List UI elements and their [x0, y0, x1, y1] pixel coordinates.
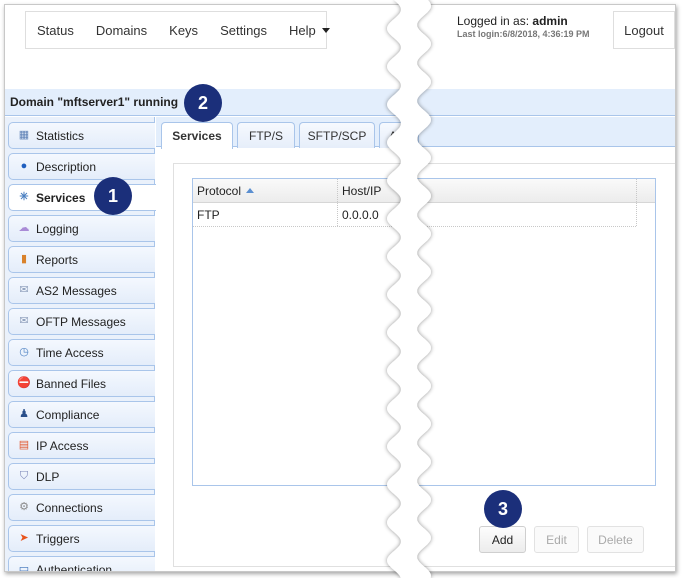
firewall-icon: ▤ — [18, 439, 30, 451]
sidebar-item-label: Statistics — [36, 128, 85, 143]
last-login: Last login:6/8/2018, 4:36:19 PM — [457, 29, 590, 39]
logout-button[interactable]: Logout — [613, 11, 675, 49]
sidebar-item-label: Authentication — [36, 562, 113, 572]
sidebar-item-label: Time Access — [36, 345, 104, 360]
sidebar-item-label: AS2 Messages — [36, 283, 117, 298]
messages-icon: ✉ — [19, 315, 29, 327]
sidebar-item-label: IP Access — [36, 438, 89, 453]
sidebar-item-label: Banned Files — [36, 376, 107, 391]
callout-badge-1: 1 — [94, 177, 132, 215]
sidebar-item-triggers[interactable]: ➤ Triggers — [8, 525, 155, 552]
user-icon: ● — [20, 160, 28, 172]
nav-settings[interactable]: Settings — [220, 23, 267, 38]
sidebar-item-reports[interactable]: ▮ Reports — [8, 246, 155, 273]
sidebar-item-time-access[interactable]: ◷ Time Access — [8, 339, 155, 366]
column-host-ip[interactable]: Host/IP — [338, 179, 538, 202]
sidebar-item-label: Description — [36, 159, 97, 174]
messages-icon: ✉ — [19, 284, 29, 296]
sidebar-item-label: Compliance — [36, 407, 100, 422]
sidebar-item-label: Services — [36, 190, 86, 205]
callout-badge-2: 2 — [184, 84, 222, 122]
sidebar-item-label: Connections — [36, 500, 103, 515]
add-button[interactable]: Add — [479, 526, 526, 553]
sidebar-item-as2-messages[interactable]: ✉ AS2 Messages — [8, 277, 155, 304]
tab-sftp-scp[interactable]: SFTP/SCP — [299, 122, 375, 148]
shield-icon: ⛉ — [19, 470, 29, 482]
nav-help[interactable]: Help — [289, 23, 330, 38]
domain-bar: Domain "mftserver1" running — [5, 89, 675, 116]
grid-header: Protocol Host/IP — [193, 179, 655, 203]
nav-help-label: Help — [289, 22, 316, 38]
column-protocol-label: Protocol — [197, 183, 242, 198]
sidebar-item-label: OFTP Messages — [36, 314, 126, 329]
tab-bar: Services FTP/S SFTP/SCP A — [156, 117, 675, 149]
sidebar-item-banned-files[interactable]: ⛔ Banned Files — [8, 370, 155, 397]
speech-bubble-icon: ☁ — [18, 222, 30, 234]
tab-truncated[interactable]: A — [379, 122, 419, 148]
sidebar-item-authentication[interactable]: ▭ Authentication — [8, 556, 155, 572]
chevron-down-icon — [321, 27, 330, 33]
sidebar-item-compliance[interactable]: ♟ Compliance — [8, 401, 155, 428]
domain-title: Domain "mftserver1" running — [10, 95, 179, 109]
bar-chart-icon: ▮ — [20, 253, 28, 265]
app-window: Status Domains Keys Settings Help Logged… — [4, 4, 676, 572]
tab-ftps[interactable]: FTP/S — [237, 122, 295, 148]
sidebar-item-ip-access[interactable]: ▤ IP Access — [8, 432, 155, 459]
officer-icon: ♟ — [19, 408, 29, 420]
login-info: Logged in as: admin Last login:6/8/2018,… — [457, 14, 590, 39]
table-row[interactable]: FTP 0.0.0.0 — [193, 203, 637, 227]
banned-file-icon: ⛔ — [17, 377, 31, 389]
column-host-ip-label: Host/IP — [342, 183, 382, 198]
sidebar-item-connections[interactable]: ⚙ Connections — [8, 494, 155, 521]
sidebar-item-logging[interactable]: ☁ Logging — [8, 215, 155, 242]
tab-services[interactable]: Services — [161, 122, 233, 149]
column-divider — [636, 179, 637, 202]
statistics-icon: ▦ — [18, 129, 30, 141]
sidebar-item-label: DLP — [36, 469, 60, 484]
column-protocol[interactable]: Protocol — [193, 179, 337, 202]
sidebar-item-description[interactable]: ● Description — [8, 153, 155, 180]
nav-status[interactable]: Status — [37, 23, 74, 38]
sort-ascending-icon — [246, 188, 255, 193]
nav-domains[interactable]: Domains — [96, 23, 147, 38]
gears-icon: ⚙ — [19, 501, 29, 513]
edit-button[interactable]: Edit — [534, 526, 579, 553]
top-nav: Status Domains Keys Settings Help — [25, 11, 330, 49]
sidebar-item-label: Triggers — [36, 531, 80, 546]
delete-button[interactable]: Delete — [587, 526, 644, 553]
cell-host-ip: 0.0.0.0 — [342, 207, 379, 222]
sidebar-item-dlp[interactable]: ⛉ DLP — [8, 463, 155, 490]
sidebar-item-statistics[interactable]: ▦ Statistics — [8, 122, 155, 149]
username: admin — [532, 14, 568, 28]
trigger-icon: ➤ — [19, 532, 29, 544]
cell-protocol: FTP — [197, 207, 220, 222]
callout-badge-3: 3 — [484, 490, 522, 528]
logged-in-label: Logged in as: — [457, 14, 533, 28]
services-icon: ✳ — [19, 191, 29, 203]
sidebar-item-label: Logging — [36, 221, 79, 236]
nav-keys[interactable]: Keys — [169, 23, 198, 38]
clock-icon: ◷ — [19, 346, 29, 358]
id-card-icon: ▭ — [18, 563, 30, 572]
column-divider — [636, 203, 637, 226]
sidebar-item-label: Reports — [36, 252, 79, 267]
sidebar-item-services[interactable]: ✳ Services — [8, 184, 156, 211]
sidebar-item-oftp-messages[interactable]: ✉ OFTP Messages — [8, 308, 155, 335]
services-grid: Protocol Host/IP FTP 0.0.0.0 — [192, 178, 656, 486]
sidebar: ▦ Statistics ● Description ✳ Services ☁ Logging… — [5, 117, 156, 572]
